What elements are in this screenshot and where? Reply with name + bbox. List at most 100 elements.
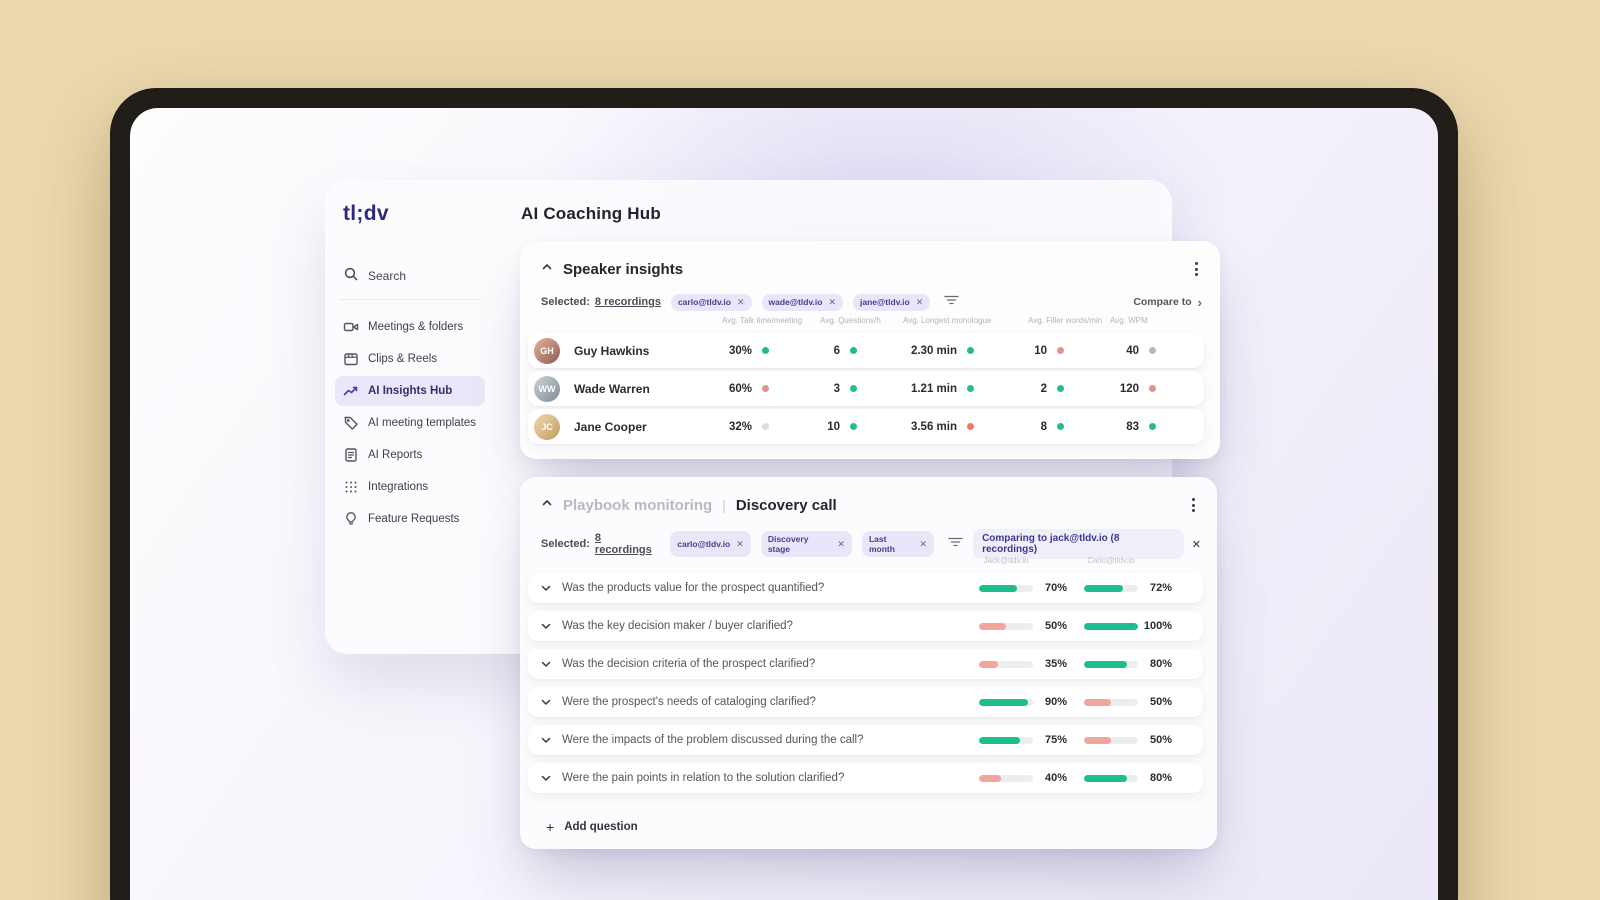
sidebar-item-ai-meeting-templates[interactable]: AI meeting templates bbox=[335, 408, 485, 438]
sidebar-item-clips-reels[interactable]: Clips & Reels bbox=[335, 344, 485, 374]
playbook-question-row[interactable]: Was the key decision maker / buyer clari… bbox=[528, 611, 1203, 641]
close-icon[interactable]: ✕ bbox=[736, 539, 744, 550]
progress-track bbox=[979, 584, 1033, 592]
column-header: Avg. WPM bbox=[1110, 316, 1148, 325]
search-label: Search bbox=[368, 268, 407, 283]
collapse-chevron-up-icon[interactable] bbox=[541, 260, 553, 278]
progress-track bbox=[979, 774, 1033, 782]
title-divider: | bbox=[722, 497, 726, 513]
kebab-menu-icon[interactable] bbox=[1189, 258, 1204, 280]
metric-value: 3 bbox=[833, 382, 840, 395]
sidebar-item-meetings-folders[interactable]: Meetings & folders bbox=[335, 312, 485, 342]
chevron-down-icon[interactable] bbox=[540, 620, 554, 632]
chevron-down-icon[interactable] bbox=[540, 658, 554, 670]
metric-cell: 83 bbox=[1069, 421, 1161, 433]
sidebar-item-label: AI Reports bbox=[368, 449, 423, 461]
status-dot-green bbox=[1149, 423, 1156, 430]
kebab-menu-icon[interactable] bbox=[1186, 494, 1201, 516]
chevron-down-icon[interactable] bbox=[540, 772, 554, 784]
search-button[interactable]: Search bbox=[343, 266, 477, 285]
metric-cell: 6 bbox=[774, 345, 862, 357]
progress-percent: 40% bbox=[1044, 772, 1067, 784]
status-dot-pink bbox=[762, 385, 769, 392]
chevron-down-icon[interactable] bbox=[540, 582, 554, 594]
metric-cell: 3.56 min bbox=[862, 421, 979, 433]
progress-fill-pink bbox=[979, 660, 998, 668]
sidebar-item-ai-insights-hub[interactable]: AI Insights Hub bbox=[335, 376, 485, 406]
metric-value: 10 bbox=[827, 420, 840, 433]
sidebar-item-label: Clips & Reels bbox=[368, 353, 438, 365]
compare-to-button[interactable]: Compare to › bbox=[1133, 295, 1204, 310]
add-question-button[interactable]: + Add question bbox=[528, 819, 638, 835]
metric-value: 8 bbox=[1040, 420, 1047, 433]
sidebar-divider bbox=[339, 299, 481, 300]
speaker-row[interactable]: JC Jane Cooper 32% 10 3.56 min 8 83 bbox=[528, 409, 1204, 444]
metric-value: 10 bbox=[1034, 344, 1047, 357]
selected-recordings-link[interactable]: 8 recordings bbox=[595, 296, 661, 308]
status-dot-red bbox=[967, 423, 974, 430]
filter-chip[interactable]: jane@tldv.io ✕ bbox=[853, 293, 931, 311]
sidebar-item-integrations[interactable]: Integrations bbox=[335, 472, 485, 502]
grid-dots-icon bbox=[343, 479, 359, 495]
speaker-rows: GH Guy Hawkins 30% 6 2.30 min 10 40 WW Wade Warr… bbox=[528, 333, 1204, 444]
playbook-question-row[interactable]: Were the impacts of the problem discusse… bbox=[528, 725, 1203, 755]
selected-label: Selected: bbox=[541, 538, 590, 550]
metric-cell: 1.21 min bbox=[862, 383, 979, 395]
sidebar-item-ai-reports[interactable]: AI Reports bbox=[335, 440, 485, 470]
sidebar-item-feature-requests[interactable]: Feature Requests bbox=[335, 504, 485, 534]
progress-track bbox=[1084, 584, 1138, 592]
metric-cell: 32% bbox=[710, 421, 774, 433]
avatar: JC bbox=[534, 413, 560, 440]
metric-value: 32% bbox=[728, 420, 752, 433]
chevron-down-icon[interactable] bbox=[540, 696, 554, 708]
close-icon[interactable]: ✕ bbox=[1192, 538, 1201, 551]
filter-chip[interactable]: wade@tldv.io ✕ bbox=[761, 293, 844, 311]
filter-icon[interactable] bbox=[944, 293, 959, 311]
playbook-question-row[interactable]: Was the products value for the prospect … bbox=[528, 573, 1203, 603]
speaker-insights-title: Speaker insights bbox=[563, 260, 684, 278]
close-icon[interactable]: ✕ bbox=[837, 539, 845, 550]
progress-track bbox=[1084, 736, 1138, 744]
sidebar-item-label: AI Insights Hub bbox=[368, 385, 453, 397]
collapse-chevron-up-icon[interactable] bbox=[541, 496, 553, 514]
close-icon[interactable]: ✕ bbox=[737, 297, 745, 308]
close-icon[interactable]: ✕ bbox=[828, 297, 836, 308]
status-dot-pink bbox=[1149, 385, 1156, 392]
progress-fill-teal bbox=[979, 584, 1017, 592]
speaker-name: Wade Warren bbox=[574, 381, 650, 396]
playbook-question-row[interactable]: Were the pain points in relation to the … bbox=[528, 763, 1203, 793]
status-dot-green bbox=[967, 347, 974, 354]
add-question-label: Add question bbox=[564, 821, 638, 833]
avatar: WW bbox=[534, 375, 560, 402]
playbook-question-row[interactable]: Were the prospect's needs of cataloging … bbox=[528, 687, 1203, 717]
progress-fill-teal bbox=[1084, 584, 1123, 592]
selected-recordings-link[interactable]: 8 recordings bbox=[595, 532, 660, 556]
speaker-row[interactable]: GH Guy Hawkins 30% 6 2.30 min 10 40 bbox=[528, 333, 1204, 368]
speaker-name: Jane Cooper bbox=[574, 419, 647, 434]
filter-icon[interactable] bbox=[948, 535, 963, 553]
progress-percent: 72% bbox=[1149, 582, 1172, 594]
playbook-question-row[interactable]: Was the decision criteria of the prospec… bbox=[528, 649, 1203, 679]
chevron-down-icon[interactable] bbox=[540, 734, 554, 746]
progress-cell: 70% bbox=[979, 582, 1075, 594]
progress-fill-teal bbox=[1084, 660, 1128, 668]
playbook-monitoring-label: Playbook monitoring bbox=[563, 496, 713, 514]
filter-chip[interactable]: carlo@tldv.io ✕ bbox=[670, 531, 751, 557]
chip-label: jane@tldv.io bbox=[860, 297, 910, 307]
close-icon[interactable]: ✕ bbox=[916, 297, 924, 308]
comparing-to-chip[interactable]: Comparing to jack@tldv.io (8 recordings) bbox=[973, 529, 1184, 559]
progress-cell: 50% bbox=[1084, 696, 1180, 708]
progress-track bbox=[979, 736, 1033, 744]
filter-chip[interactable]: carlo@tldv.io ✕ bbox=[670, 293, 752, 311]
chevron-right-icon: › bbox=[1197, 294, 1202, 310]
filter-chip[interactable]: Last month ✕ bbox=[861, 531, 935, 557]
search-icon bbox=[343, 266, 359, 285]
progress-fill-pink bbox=[1084, 736, 1111, 744]
close-icon[interactable]: ✕ bbox=[920, 539, 928, 550]
progress-cell: 90% bbox=[979, 696, 1075, 708]
column-header: Avg. Filler words/min bbox=[1028, 316, 1103, 325]
speaker-row[interactable]: WW Wade Warren 60% 3 1.21 min 2 120 bbox=[528, 371, 1204, 406]
filter-chip[interactable]: Discovery stage ✕ bbox=[760, 531, 852, 557]
metric-value: 83 bbox=[1126, 420, 1139, 433]
status-dot-green bbox=[1057, 385, 1064, 392]
